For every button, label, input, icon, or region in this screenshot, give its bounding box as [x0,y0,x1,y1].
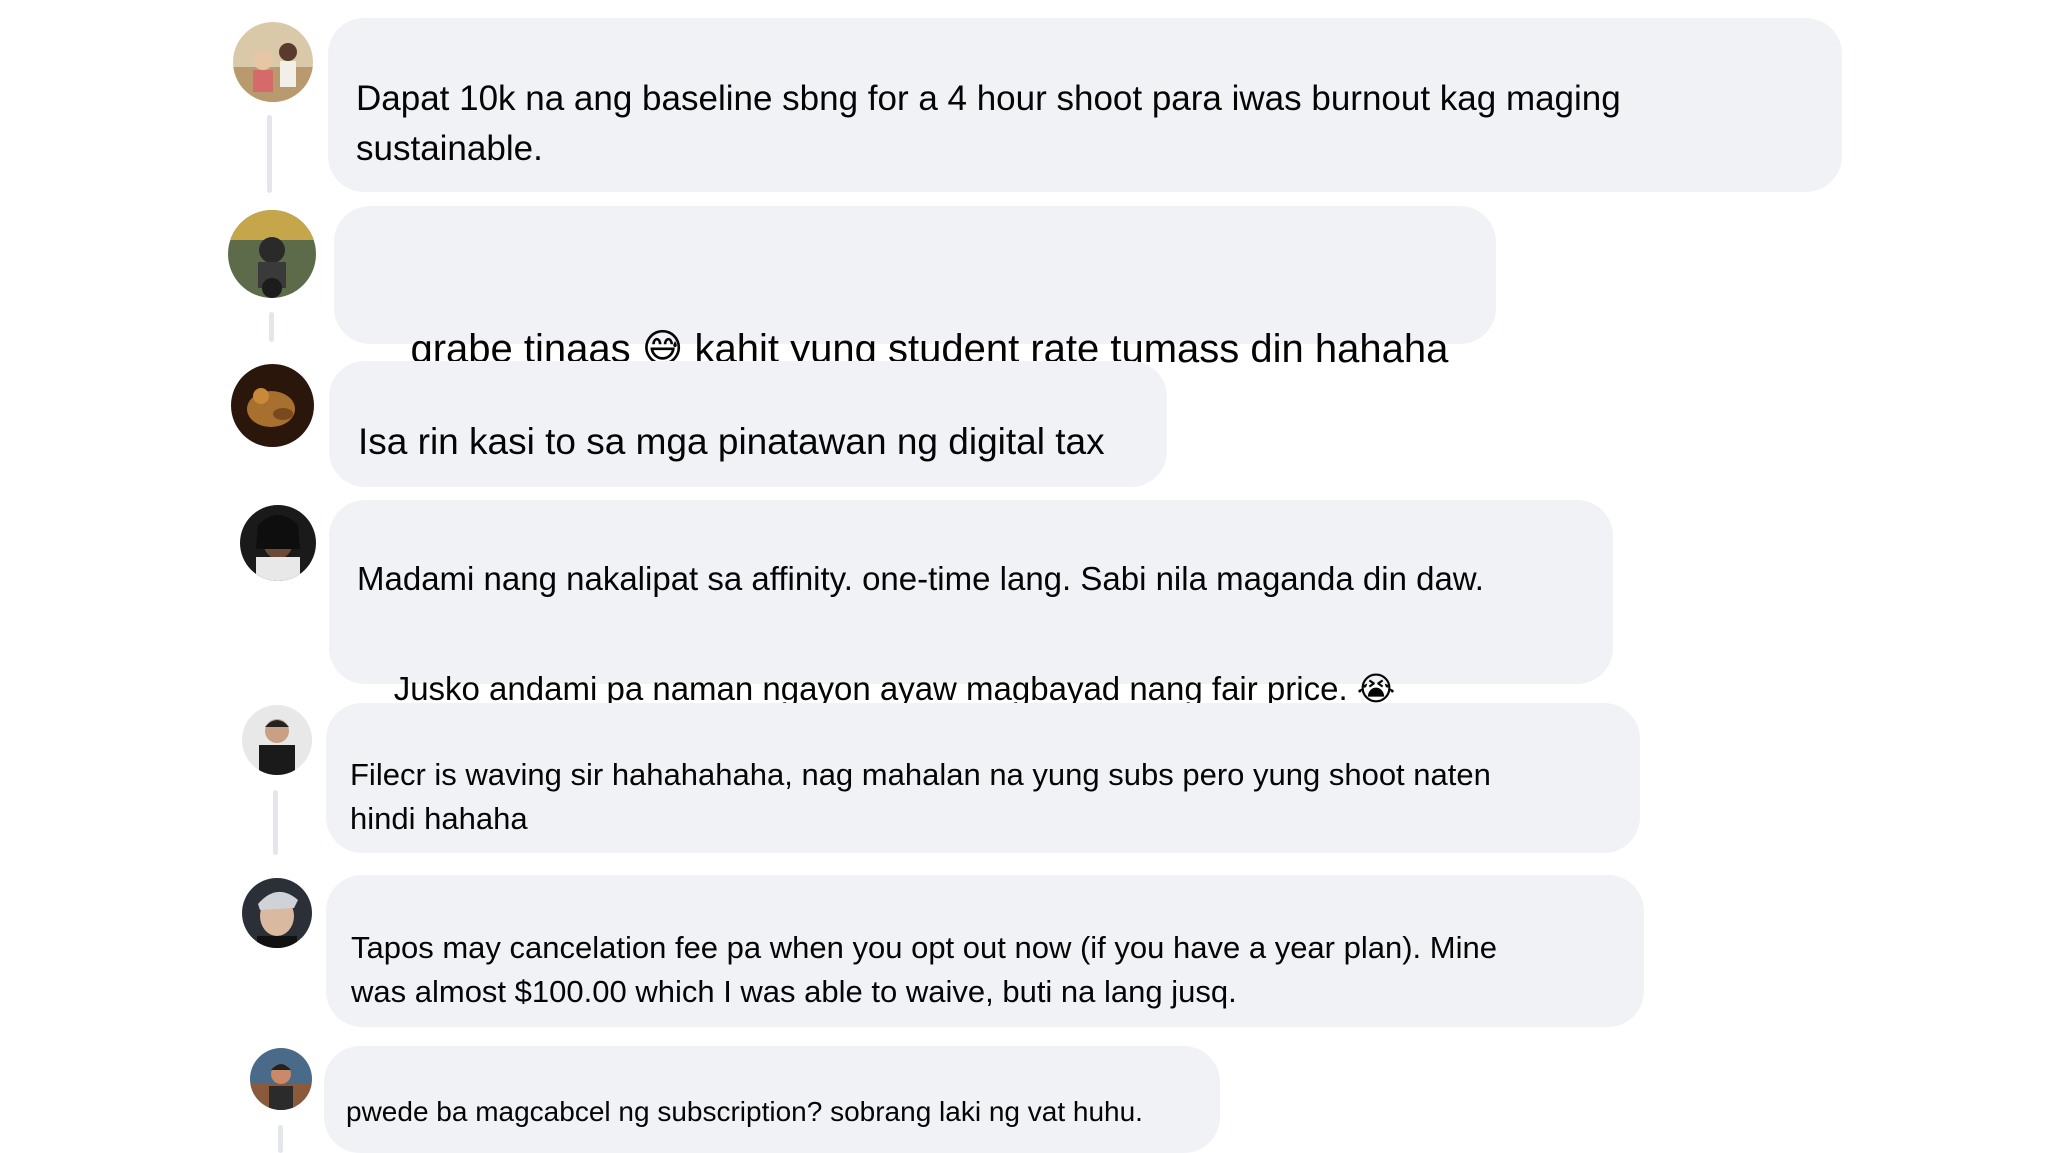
comment-text: Filecr is waving sir hahahahaha, nag mah… [350,757,1491,836]
thread-line [273,790,278,855]
avatar-1-icon[interactable] [233,22,313,102]
avatar-4-icon[interactable] [240,505,316,581]
thread-line [269,312,274,342]
avatar-5-icon[interactable] [242,705,312,775]
comment-text-line: Madami nang nakalipat sa affinity. one-t… [357,560,1484,597]
comment-text-part: Jusko andami pa naman ngayon ayaw magbay… [393,670,1357,707]
thread-line [267,115,272,193]
comment-text: Dapat 10k na ang baseline sbng for a 4 h… [356,79,1621,168]
avatar-7-icon[interactable] [250,1048,312,1110]
comment-text: pwede ba magcabcel ng subscription? sobr… [346,1096,1143,1127]
avatar-3-icon[interactable] [231,364,314,447]
thread-line [278,1125,283,1153]
comment-bubble: pwede ba magcabcel ng subscription? sobr… [324,1046,1220,1153]
comment-bubble: Dapat 10k na ang baseline sbng for a 4 h… [328,18,1842,192]
comment-bubble: Tapos may cancelation fee pa when you op… [326,875,1644,1027]
comment-bubble: Isa rin kasi to sa mga pinatawan ng digi… [329,361,1167,487]
avatar-2-icon[interactable] [228,210,316,298]
comment-bubble: grabe tinaas 😅 kahit yung student rate t… [334,206,1496,372]
comment-text: Tapos may cancelation fee pa when you op… [351,930,1497,1009]
comment-text: Isa rin kasi to sa mga pinatawan ng digi… [358,421,1105,462]
comment-bubble: Madami nang nakalipat sa affinity. one-t… [329,500,1613,708]
comment-bubble: Filecr is waving sir hahahahaha, nag mah… [326,703,1640,853]
avatar-6-icon[interactable] [242,878,312,948]
